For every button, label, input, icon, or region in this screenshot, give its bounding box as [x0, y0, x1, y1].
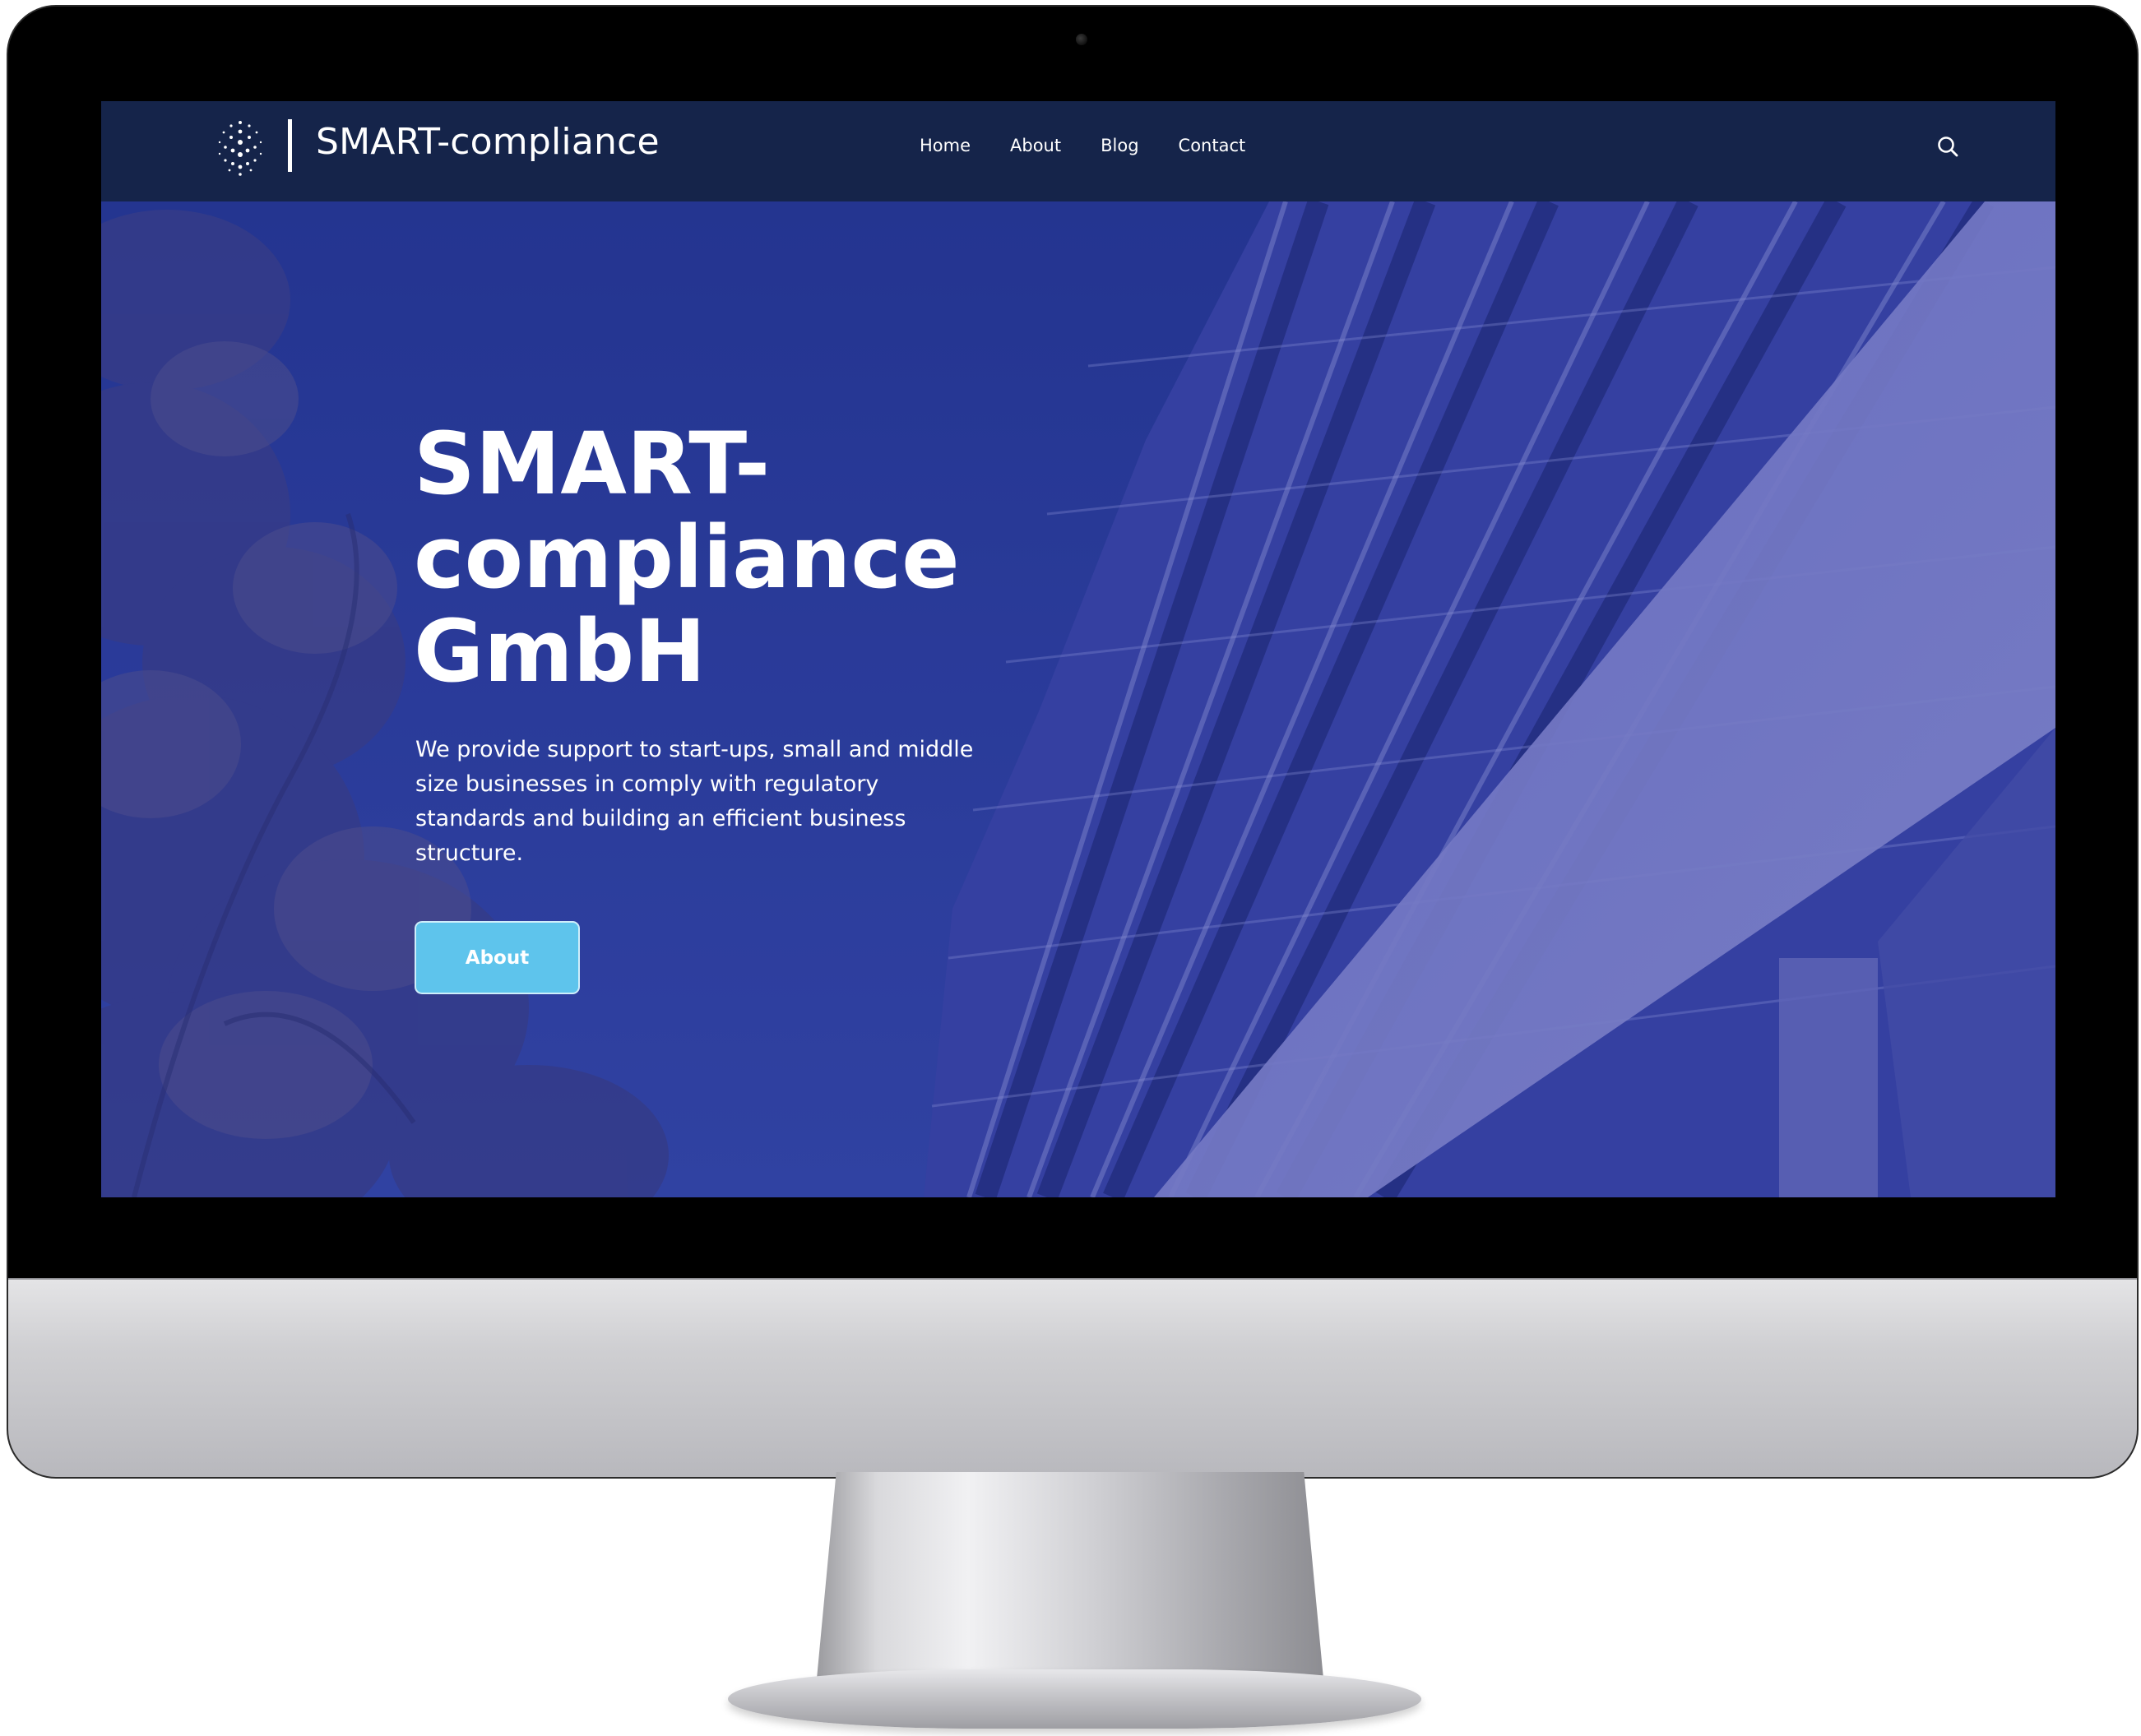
- nav-blog[interactable]: Blog: [1101, 136, 1138, 155]
- dot-sphere-logo-icon[interactable]: [215, 118, 266, 177]
- hero-section: SMART-compliance GmbH We provide support…: [101, 201, 2055, 1197]
- monitor-chin: [8, 1278, 2137, 1477]
- search-icon[interactable]: [1932, 131, 1965, 164]
- logo-divider: [288, 119, 292, 172]
- nav-contact[interactable]: Contact: [1179, 136, 1246, 155]
- about-button[interactable]: About: [415, 921, 580, 994]
- monitor-stand-base: [728, 1669, 1421, 1729]
- imac-monitor: SMART-compliance Home About Blog Contact: [8, 7, 2137, 1477]
- nav-home[interactable]: Home: [920, 136, 971, 155]
- main-nav: Home About Blog Contact: [920, 136, 1285, 155]
- camera-icon: [1076, 34, 1087, 45]
- nav-about[interactable]: About: [1010, 136, 1061, 155]
- brand-name[interactable]: SMART-compliance: [316, 121, 660, 163]
- monitor-stand-neck: [816, 1472, 1324, 1687]
- hero-title: SMART-compliance GmbH: [414, 414, 960, 701]
- hero-description: We provide support to start-ups, small a…: [415, 737, 974, 866]
- website-screen: SMART-compliance Home About Blog Contact: [101, 101, 2055, 1197]
- hero-color-overlay: [101, 201, 2055, 1197]
- top-navbar: SMART-compliance Home About Blog Contact: [101, 101, 2055, 201]
